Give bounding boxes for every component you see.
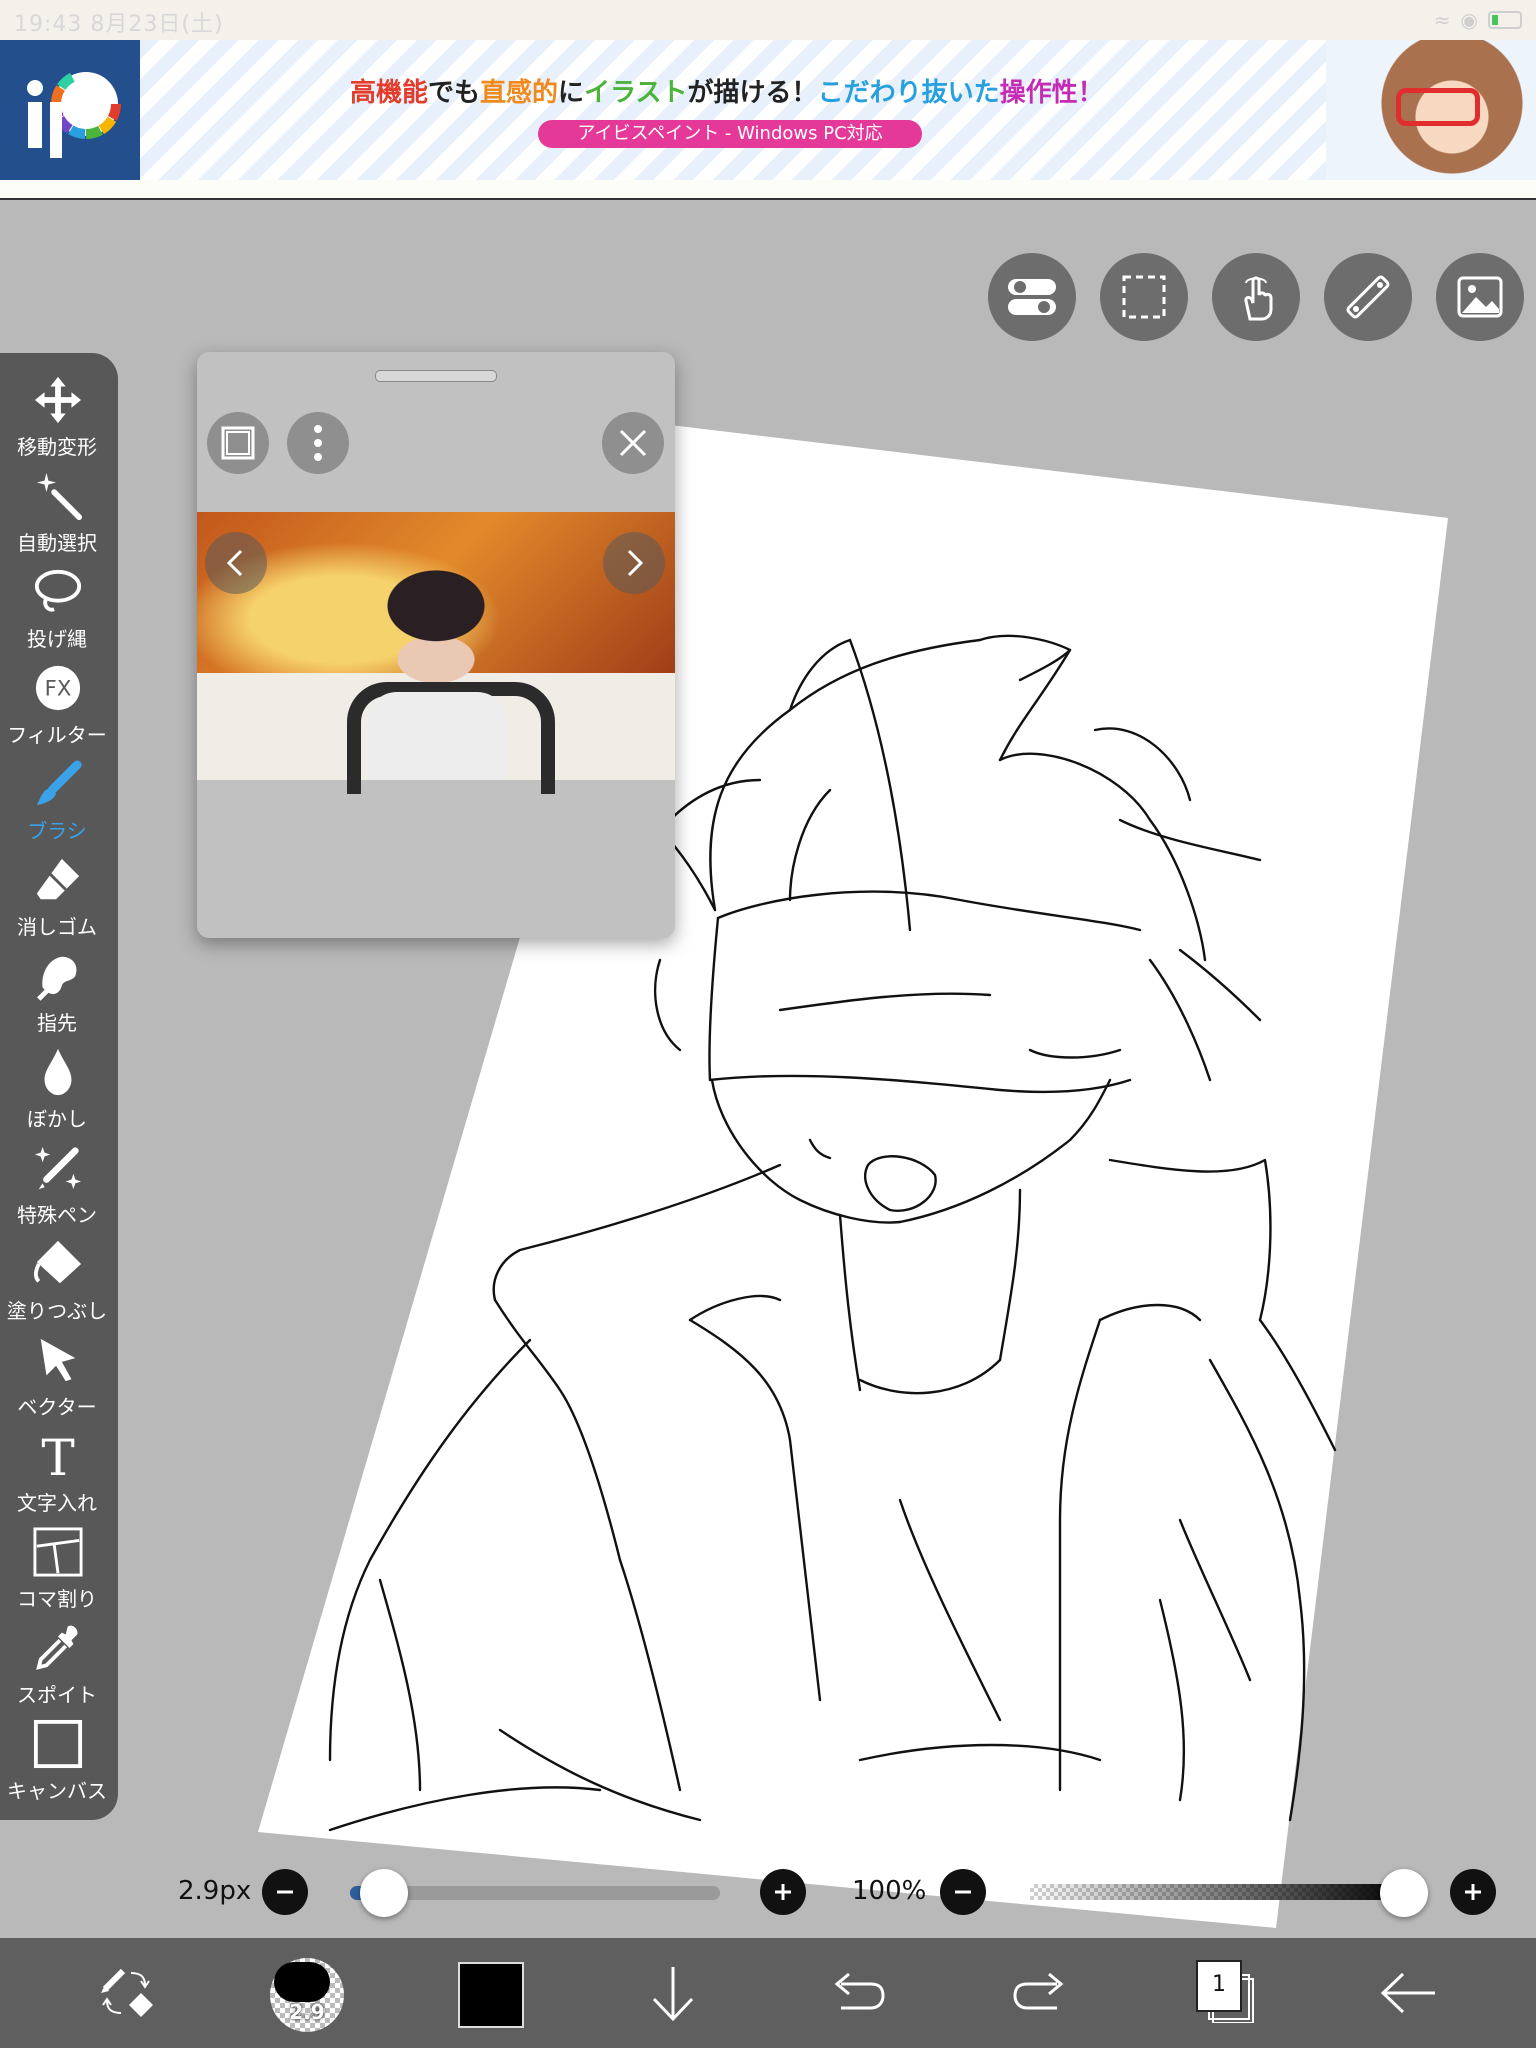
tool-auto-select[interactable]: 自動選択 <box>0 471 114 567</box>
ad-subtitle-pill: アイビスペイント - Windows PC対応 <box>538 120 922 148</box>
brush-icon <box>33 759 83 809</box>
tool-brush[interactable]: ブラシ <box>0 759 114 855</box>
redo-button[interactable] <box>1004 1956 1078 2030</box>
plus-icon <box>1465 1884 1481 1900</box>
reference-window[interactable] <box>197 352 675 938</box>
canvas-icon <box>33 1719 83 1769</box>
drawing-canvas[interactable] <box>0 0 1536 2048</box>
selection-icon <box>1122 275 1166 319</box>
plus-icon <box>775 1884 791 1900</box>
swap-pen-eraser-icon <box>101 1968 153 2017</box>
svg-text:FX: FX <box>45 676 72 701</box>
lock-rotation-icon: ◉ <box>1460 8 1478 32</box>
special-pen-icon <box>33 1143 83 1193</box>
blur-drop-icon <box>33 1047 83 1097</box>
chevron-left-icon <box>226 549 243 577</box>
touch-button[interactable] <box>1212 253 1300 341</box>
reference-menu-button[interactable] <box>287 412 349 474</box>
tool-move-transform[interactable]: 移動変形 <box>0 375 114 471</box>
brush-size-label: 2.9px <box>178 1876 252 1906</box>
tool-canvas[interactable]: キャンバス <box>0 1719 114 1815</box>
back-button[interactable] <box>1372 1956 1446 2030</box>
toggle-button[interactable] <box>988 253 1076 341</box>
redo-icon <box>1013 1972 1064 2010</box>
tool-special-pen[interactable]: 特殊ペン <box>0 1143 114 1239</box>
vector-cursor-icon <box>33 1335 83 1385</box>
wifi-icon: ≈ <box>1433 8 1451 32</box>
color-swatch-button[interactable] <box>458 1962 524 2028</box>
image-icon <box>1457 276 1503 318</box>
reference-prev-button[interactable] <box>205 532 267 594</box>
ad-mascot-image <box>1326 40 1536 180</box>
tool-vector[interactable]: ベクター <box>0 1335 114 1431</box>
undo-icon <box>834 1972 885 2010</box>
status-time: 19:43 8月23日(土) <box>14 12 224 37</box>
tool-fill[interactable]: 塗りつぶし <box>0 1239 114 1335</box>
tool-smudge[interactable]: 指先 <box>0 951 114 1047</box>
swap-pen-eraser-button[interactable] <box>90 1956 164 2030</box>
touch-icon <box>1244 276 1273 321</box>
text-icon: T <box>33 1430 83 1482</box>
opacity-slider-knob[interactable] <box>1380 1869 1428 1917</box>
brush-preview-button[interactable]: 2.9 <box>270 1958 344 2032</box>
finger-smudge-icon <box>33 951 83 1001</box>
undo-button[interactable] <box>820 1956 894 2030</box>
brush-size-slider-knob[interactable] <box>360 1869 408 1917</box>
frame-divider-icon <box>33 1527 83 1577</box>
selection-button[interactable] <box>1100 253 1188 341</box>
chevron-right-icon <box>627 549 644 577</box>
magic-wand-icon <box>33 471 83 521</box>
brush-size-decrease-button[interactable] <box>262 1869 308 1915</box>
opacity-decrease-button[interactable] <box>940 1869 986 1915</box>
fx-filter-icon: FX <box>33 663 83 713</box>
download-button[interactable] <box>636 1956 710 2030</box>
reference-close-button[interactable] <box>602 412 664 474</box>
reference-next-button[interactable] <box>603 532 665 594</box>
bottom-toolbar: 2.9 1 <box>0 1938 1536 2048</box>
arrow-down-icon <box>652 1967 694 2022</box>
ruler-button[interactable] <box>1324 253 1412 341</box>
status-icons: ≈ ◉ <box>1434 8 1522 32</box>
brush-size-increase-button[interactable] <box>760 1869 806 1915</box>
ruler-icon <box>1346 275 1390 319</box>
tool-blur[interactable]: ぼかし <box>0 1047 114 1143</box>
lasso-icon <box>33 567 83 617</box>
svg-text:T: T <box>41 1430 74 1482</box>
tool-eyedropper[interactable]: スポイト <box>0 1623 114 1719</box>
toggle-icon <box>1008 279 1056 315</box>
fill-bucket-icon <box>33 1239 83 1289</box>
reference-window-drag-handle[interactable] <box>375 370 497 382</box>
tool-text[interactable]: T 文字入れ <box>0 1430 114 1527</box>
opacity-slider[interactable] <box>1030 1884 1406 1900</box>
eraser-icon <box>33 855 83 905</box>
ibis-paint-logo <box>0 40 140 180</box>
opacity-label: 100% <box>852 1876 927 1906</box>
minus-icon <box>277 1890 293 1894</box>
minus-icon <box>955 1890 971 1894</box>
reference-fit-button[interactable] <box>207 412 269 474</box>
battery-icon <box>1488 11 1522 29</box>
tool-sidebar: 移動変形 自動選択 投げ縄 FX フィルター ブラシ 消しゴム 指先 ぼかし 特… <box>0 353 118 1820</box>
eyedropper-icon <box>33 1623 83 1673</box>
tool-eraser[interactable]: 消しゴム <box>0 855 114 951</box>
ad-banner[interactable]: 高機能でも直感的にイラストが描ける！こだわり抜いた操作性！ アイビスペイント -… <box>0 40 1536 200</box>
move-icon <box>33 375 83 425</box>
reference-image-shirt <box>367 692 507 780</box>
square-frame-icon <box>221 426 255 460</box>
opacity-increase-button[interactable] <box>1450 1869 1496 1915</box>
tool-lasso[interactable]: 投げ縄 <box>0 567 114 663</box>
more-vertical-icon <box>314 425 322 461</box>
brush-sliders: 2.9px 100% <box>0 1862 1536 1922</box>
tool-frame-divider[interactable]: コマ割り <box>0 1527 114 1623</box>
arrow-left-icon <box>1380 1972 1435 2014</box>
tool-filter[interactable]: FX フィルター <box>0 663 114 759</box>
reference-image-button[interactable] <box>1436 253 1524 341</box>
reference-image[interactable] <box>197 512 675 794</box>
layer-count-badge: 1 <box>1196 1960 1242 2012</box>
brush-preview-shape <box>274 1962 330 2002</box>
status-bar: 19:43 8月23日(土) ≈ ◉ <box>0 0 1536 40</box>
close-icon <box>619 429 647 457</box>
ad-headline: 高機能でも直感的にイラストが描ける！こだわり抜いた操作性！ <box>350 78 1104 108</box>
